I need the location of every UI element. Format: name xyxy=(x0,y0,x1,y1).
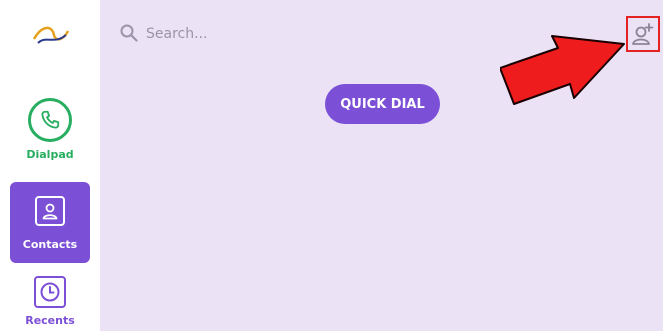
add-contact-icon xyxy=(632,23,654,45)
sidebar-item-label: Dialpad xyxy=(26,148,74,161)
sidebar-item-label: Recents xyxy=(25,314,75,327)
sidebar: Dialpad Contacts Recents xyxy=(0,0,100,331)
logo-swoosh-icon xyxy=(32,26,70,44)
quick-dial-button[interactable]: QUICK DIAL xyxy=(325,84,440,124)
app-logo xyxy=(30,16,70,56)
phone-icon xyxy=(28,98,72,142)
clock-icon xyxy=(34,276,66,308)
sidebar-item-dialpad[interactable]: Dialpad xyxy=(10,98,90,161)
red-arrow-annotation xyxy=(500,35,625,105)
search-icon xyxy=(120,24,138,42)
sidebar-item-recents[interactable]: Recents xyxy=(10,276,90,327)
add-contact-button[interactable] xyxy=(626,16,660,52)
sidebar-item-label: Contacts xyxy=(22,238,78,251)
contact-icon xyxy=(35,196,65,226)
sidebar-item-contacts[interactable]: Contacts xyxy=(10,182,90,263)
search-input[interactable] xyxy=(146,22,446,46)
